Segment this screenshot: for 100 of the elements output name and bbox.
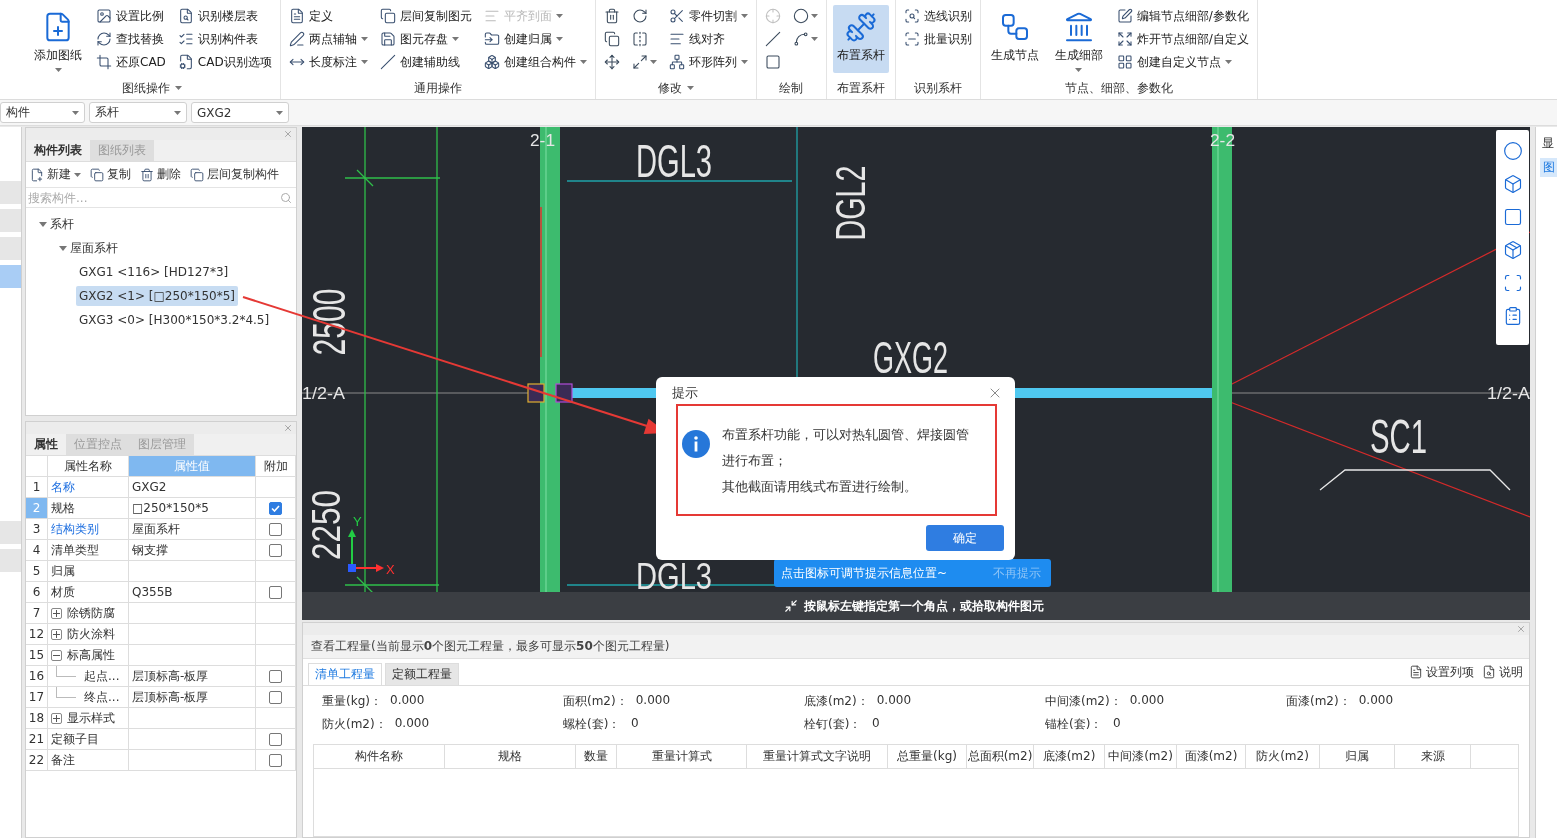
ribbon-button[interactable]: 层间复制图元 bbox=[377, 5, 474, 27]
arc-icon bbox=[792, 31, 809, 47]
expand-icon[interactable] bbox=[51, 628, 62, 640]
ribbon-button[interactable]: 长度标注 bbox=[286, 51, 370, 73]
ribbon-button[interactable]: 创建归属 bbox=[481, 28, 589, 50]
checkbox[interactable] bbox=[269, 669, 282, 683]
ribbon-button[interactable]: 炸开节点细部/自定义 bbox=[1114, 28, 1251, 50]
ribbon-button[interactable]: 批量识别 bbox=[901, 28, 974, 50]
expand-icon bbox=[1116, 31, 1133, 47]
ribbon-button[interactable]: CAD识别选项 bbox=[175, 51, 274, 73]
ribbon-button[interactable]: 零件切割 bbox=[666, 5, 750, 27]
caret-icon bbox=[360, 60, 368, 64]
caret-icon bbox=[54, 68, 62, 72]
ribbon-button[interactable]: 还原CAD bbox=[94, 51, 168, 73]
column-header: 属性名称 bbox=[48, 456, 129, 477]
image-icon bbox=[96, 8, 112, 24]
dropdown[interactable]: GXG2 bbox=[191, 102, 289, 123]
drawing-label: DGL3 bbox=[636, 135, 757, 187]
ribbon-button[interactable]: 识别构件表 bbox=[175, 28, 274, 50]
ribbon-button[interactable]: 环形阵列 bbox=[666, 51, 750, 73]
dropdown[interactable]: 构件 bbox=[0, 102, 85, 123]
drawing-label: 2500 bbox=[302, 253, 355, 356]
toolbar-button[interactable]: 新建 bbox=[30, 166, 81, 183]
rotate-icon bbox=[631, 8, 648, 24]
caret-icon bbox=[1075, 68, 1083, 72]
property-name: 备注 bbox=[48, 750, 129, 771]
stat-value: 0.000 bbox=[1129, 693, 1165, 709]
ribbon-button[interactable]: 定义 bbox=[286, 5, 370, 27]
checkbox[interactable] bbox=[269, 690, 282, 704]
ribbon-button[interactable]: 图元存盘 bbox=[377, 28, 474, 50]
toolbar-button[interactable]: 复制 bbox=[90, 166, 131, 183]
tree-item[interactable]: GXG3 <0> [H300*150*3.2*4.5] bbox=[76, 310, 273, 330]
ribbon-button[interactable]: 添加图纸 bbox=[30, 5, 86, 73]
checkbox[interactable] bbox=[269, 522, 282, 536]
square-icon[interactable] bbox=[1502, 207, 1523, 227]
checkbox[interactable] bbox=[269, 543, 282, 557]
tree-item[interactable]: 屋面系杆 bbox=[56, 238, 121, 258]
checkbox[interactable] bbox=[269, 732, 282, 746]
ribbon-button[interactable]: 线对齐 bbox=[666, 28, 750, 50]
toolbar-button[interactable]: 删除 bbox=[140, 166, 181, 183]
tab[interactable]: 图 bbox=[1540, 158, 1557, 177]
row-number: 21 bbox=[26, 729, 48, 750]
copy-icon bbox=[190, 167, 204, 182]
align-icon bbox=[668, 31, 685, 47]
collapse-icon[interactable] bbox=[51, 649, 62, 661]
ribbon-button[interactable]: 创建辅助线 bbox=[377, 51, 474, 73]
stat-label: 螺栓(套)： bbox=[563, 716, 622, 733]
ribbon-button[interactable]: 编辑节点细部/参数化 bbox=[1114, 5, 1251, 27]
toolbar-link[interactable]: 说明 bbox=[1482, 663, 1523, 681]
property-name: 归属 bbox=[48, 561, 129, 582]
line-icon bbox=[764, 31, 781, 47]
ok-button[interactable]: 确定 bbox=[926, 525, 1004, 551]
tree-item[interactable]: 系杆 bbox=[36, 214, 77, 234]
checklist-icon bbox=[177, 31, 194, 47]
row-number: 15 bbox=[26, 645, 48, 666]
cube-icon[interactable] bbox=[1502, 174, 1523, 194]
axis-icon bbox=[348, 529, 384, 572]
tab[interactable]: 清单工程量 bbox=[308, 663, 382, 685]
ribbon-button[interactable]: 设置比例 bbox=[94, 5, 168, 27]
ribbon-button[interactable]: 生成节点 bbox=[986, 5, 1043, 73]
tab[interactable]: 定额工程量 bbox=[385, 663, 459, 685]
copy-icon bbox=[603, 31, 620, 47]
stat-label: 底漆(m2)： bbox=[804, 693, 869, 710]
ribbon-button[interactable]: 查找替换 bbox=[94, 28, 168, 50]
ribbon-button[interactable]: 生成细部 bbox=[1050, 5, 1107, 73]
copy-icon bbox=[379, 8, 396, 24]
group-title: 布置系杆 bbox=[836, 79, 885, 97]
ribbon-button[interactable]: 创建组合构件 bbox=[481, 51, 589, 73]
stat-value: 0.000 bbox=[394, 716, 430, 732]
toolbar-button[interactable]: 层间复制构件 bbox=[190, 166, 279, 183]
tree-item[interactable]: GXG1 <116> [HD127*3] bbox=[76, 262, 232, 282]
circle-icon[interactable] bbox=[1502, 141, 1523, 161]
property-name: 标高属性 bbox=[67, 646, 115, 664]
group-title: 识别系杆 bbox=[913, 79, 962, 97]
row-number: 6 bbox=[26, 582, 48, 603]
checkbox[interactable] bbox=[269, 753, 282, 767]
column-header: 构件名称 bbox=[314, 745, 445, 768]
scale-icon bbox=[631, 54, 648, 70]
ribbon-button[interactable]: 两点辅轴 bbox=[286, 28, 370, 50]
caret-icon bbox=[810, 14, 818, 18]
expand-icon[interactable] bbox=[51, 607, 62, 619]
ribbon-button[interactable]: 布置系杆 bbox=[832, 5, 889, 73]
info-icon bbox=[682, 430, 710, 458]
stat-value: 0.000 bbox=[1358, 693, 1394, 709]
ribbon-button[interactable]: 创建自定义节点 bbox=[1114, 51, 1251, 73]
property-value: 层顶标高-板厚 bbox=[129, 687, 256, 708]
expand-icon[interactable] bbox=[51, 712, 62, 724]
checkbox[interactable] bbox=[269, 501, 282, 515]
property-name: 终点... bbox=[84, 688, 120, 706]
tree-line bbox=[56, 686, 76, 698]
dropdown[interactable]: 系杆 bbox=[89, 102, 187, 123]
document-icon bbox=[1409, 665, 1423, 679]
toolbar-link[interactable]: 设置列项 bbox=[1409, 663, 1474, 681]
frame-corners-icon[interactable] bbox=[1502, 273, 1523, 293]
ribbon-button[interactable]: 识别楼层表 bbox=[175, 5, 274, 27]
checkbox[interactable] bbox=[269, 585, 282, 599]
tree-item[interactable]: GXG2 <1> [□250*150*5] bbox=[76, 286, 238, 306]
cube-icon[interactable] bbox=[1502, 240, 1523, 260]
ribbon-button[interactable]: 选线识别 bbox=[901, 5, 974, 27]
property-value: 屋面系杆 bbox=[129, 519, 256, 540]
